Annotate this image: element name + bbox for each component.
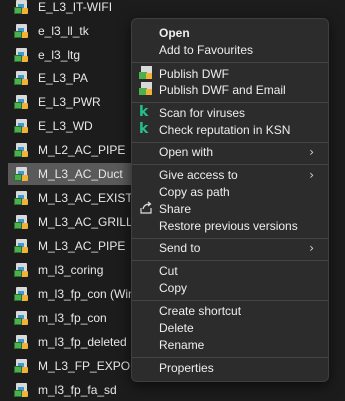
dwg-file-icon — [14, 214, 29, 230]
file-name: M_L3_FP_EXPO — [38, 359, 131, 373]
menu-item-label: Rename — [159, 337, 205, 352]
file-name: m_l3_fp_con — [38, 311, 107, 325]
menu-item-send-to[interactable]: Send to › — [132, 238, 328, 257]
menu-item-label: Copy as path — [159, 184, 230, 199]
menu-item-label: Publish DWF and Email — [159, 82, 286, 97]
menu-separator — [132, 62, 328, 63]
menu-item-label: Publish DWF — [159, 66, 230, 81]
dwg-file-icon — [14, 23, 29, 39]
menu-item-check-reputation[interactable]: k Check reputation in KSN — [132, 120, 328, 139]
dwf-email-icon — [139, 82, 153, 96]
file-name: M_L3_AC_GRILLE — [38, 215, 141, 229]
dwg-file-icon — [14, 190, 29, 206]
kaspersky-icon: k — [139, 121, 149, 137]
menu-item-label: Share — [159, 201, 192, 216]
dwg-file-icon — [14, 334, 29, 350]
menu-item-label: Delete — [159, 320, 194, 335]
file-name: e_l3_ll_tk — [38, 24, 89, 38]
dwg-file-icon — [14, 262, 29, 278]
menu-item-publish-dwf-email[interactable]: Publish DWF and Email — [132, 80, 328, 99]
file-name: m_l3_fp_deleted — [38, 335, 127, 349]
file-name: M_L2_AC_PIPE — [38, 143, 126, 157]
dwg-file-icon — [14, 286, 29, 302]
menu-item-label: Give access to — [159, 167, 238, 182]
dwg-file-icon — [14, 166, 29, 182]
file-item[interactable]: m_l3_fp_fa_sd — [8, 379, 158, 401]
dwg-file-icon — [14, 142, 29, 158]
menu-item-label: Open — [159, 25, 190, 40]
dwg-file-icon — [14, 382, 29, 398]
file-name: M_L3_AC_PIPE — [38, 239, 126, 253]
dwg-file-icon — [14, 118, 29, 134]
file-name: E_L3_IT-WIFI — [38, 0, 113, 14]
kaspersky-icon: k — [139, 104, 149, 120]
dwg-file-icon — [14, 310, 29, 326]
menu-item-label: Check reputation in KSN — [159, 122, 291, 137]
menu-item-restore-previous[interactable]: Restore previous versions — [132, 216, 328, 235]
chevron-right-icon: › — [309, 168, 314, 182]
menu-item-label: Cut — [159, 263, 178, 278]
dwg-file-icon — [14, 238, 29, 254]
menu-item-rename[interactable]: Rename — [132, 335, 328, 354]
menu-item-label: Restore previous versions — [159, 218, 298, 233]
file-name: E_L3_WD — [38, 119, 93, 133]
file-name: M_L3_AC_Duct — [38, 167, 123, 181]
menu-item-label: Send to — [159, 240, 201, 255]
file-name: m_l3_coring — [38, 263, 104, 277]
menu-item-label: Properties — [159, 360, 214, 375]
file-name: E_L3_PA — [38, 71, 88, 85]
context-menu: Open Add to Favourites Publish DWF Publi… — [131, 18, 329, 382]
dwg-file-icon — [14, 358, 29, 374]
dwg-file-icon — [14, 0, 29, 15]
file-item[interactable]: E_L3_IT-WIFI — [8, 0, 158, 18]
dwf-icon — [139, 66, 153, 80]
dwg-file-icon — [14, 94, 29, 110]
menu-item-open-with[interactable]: Open with › — [132, 142, 328, 161]
file-name: E_L3_PWR — [38, 95, 101, 109]
menu-item-copy[interactable]: Copy — [132, 278, 328, 297]
menu-item-label: Scan for viruses — [159, 105, 246, 120]
menu-item-label: Copy — [159, 280, 188, 295]
menu-item-label: Add to Favourites — [159, 42, 254, 57]
menu-item-label: Create shortcut — [159, 303, 242, 318]
menu-item-add-to-favourites[interactable]: Add to Favourites — [132, 40, 328, 59]
dwg-file-icon — [14, 47, 29, 63]
chevron-right-icon: › — [309, 241, 314, 255]
menu-item-label: Open with — [159, 144, 214, 159]
file-name: m_l3_fp_fa_sd — [38, 383, 117, 397]
dwg-file-icon — [14, 70, 29, 86]
file-name: e_l3_ltg — [38, 48, 81, 62]
share-icon — [139, 201, 153, 215]
menu-item-properties[interactable]: Properties — [132, 358, 328, 377]
chevron-right-icon: › — [309, 145, 314, 159]
